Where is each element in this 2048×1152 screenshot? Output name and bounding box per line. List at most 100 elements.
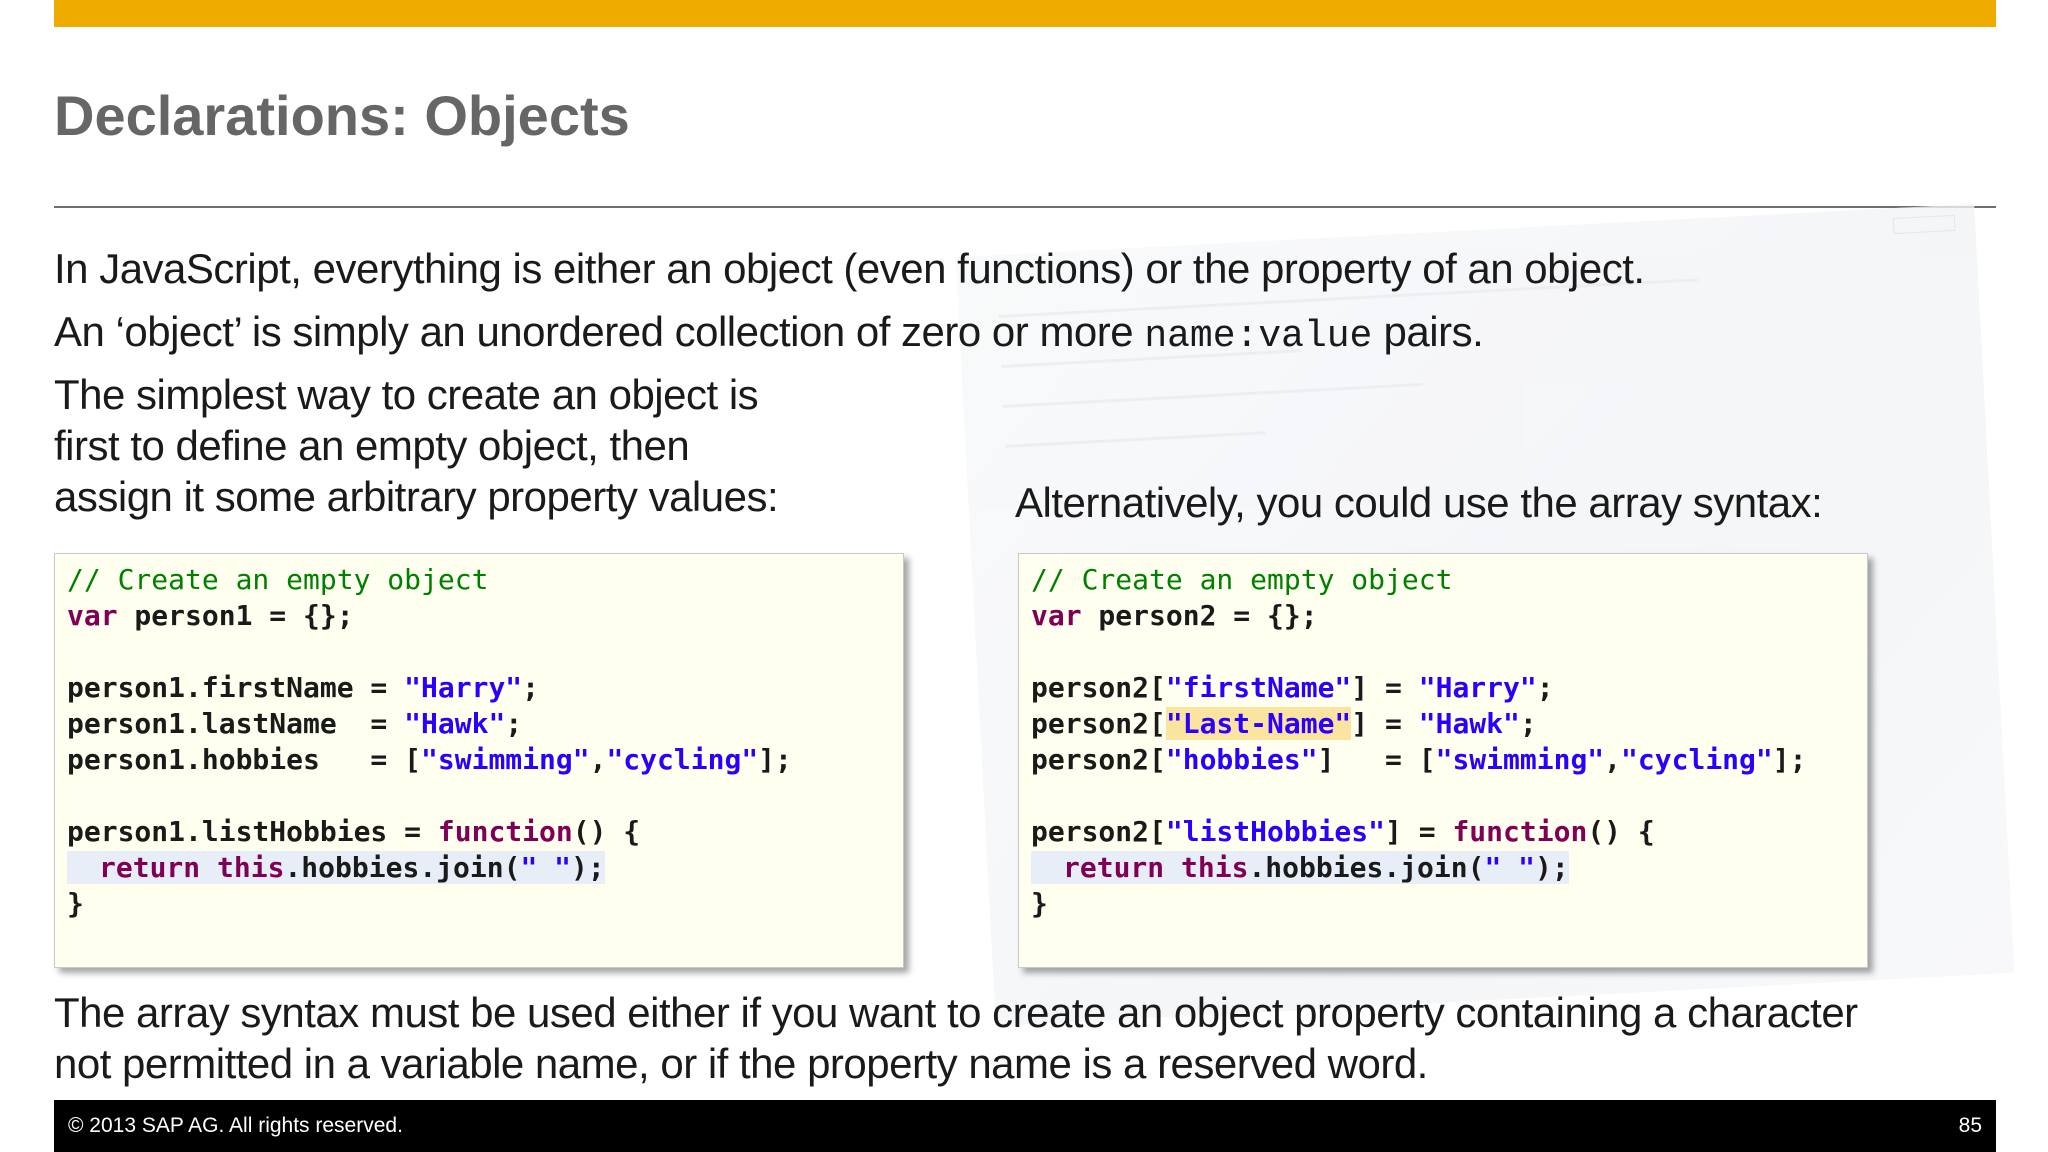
code-text: ; <box>1536 671 1554 704</box>
code-comment: // Create an empty object <box>1031 563 1453 596</box>
string-literal: "Hawk" <box>1418 707 1520 740</box>
string-literal: "swimming" <box>421 743 590 776</box>
string-literal: "hobbies" <box>1165 743 1318 776</box>
accent-bar <box>54 0 1996 27</box>
string-literal: "firstName" <box>1165 671 1352 704</box>
page-number: 85 <box>1958 1114 1982 1137</box>
code-text: ] = <box>1351 707 1419 740</box>
code-text: ); <box>1535 851 1569 884</box>
code-text: person2[ <box>1031 671 1166 704</box>
right-intro: Alternatively, you could use the array s… <box>1015 479 1823 526</box>
highlighted-return-line: return this.hobbies.join(" "); <box>1031 851 1569 884</box>
highlighted-key-last-name: "Last-Name" <box>1165 707 1352 740</box>
code-text: person2[ <box>1031 815 1166 848</box>
code-line: var person1 = {}; <box>67 598 903 634</box>
string-literal: "cycling" <box>606 743 759 776</box>
code-text: person2[ <box>1031 707 1166 740</box>
title-divider <box>54 206 1996 208</box>
keyword: var <box>67 599 118 632</box>
code-line: person2["hobbies"] = ["swimming","cyclin… <box>1031 742 1867 778</box>
code-text: ] = <box>1351 671 1419 704</box>
code-block-array-syntax: // Create an empty object var person2 = … <box>1018 553 1868 968</box>
code-text: person1.hobbies = [ <box>67 743 422 776</box>
code-text: ] = [ <box>1317 743 1436 776</box>
code-text: person2[ <box>1031 743 1166 776</box>
code-text: .hobbies.join( <box>1248 851 1485 884</box>
left-intro-line: The simplest way to create an object is <box>54 371 759 418</box>
code-text: person1 = {}; <box>117 599 354 632</box>
code-line: return this.hobbies.join(" "); <box>1031 850 1867 886</box>
string-literal: "Hawk" <box>404 707 506 740</box>
intro-paragraph-1: In JavaScript, everything is either an o… <box>54 245 1645 292</box>
faint-line <box>1003 382 1423 408</box>
string-literal: "swimming" <box>1435 743 1605 776</box>
code-text: ; <box>1519 707 1537 740</box>
keyword: this <box>1181 851 1249 884</box>
conclusion-line: The array syntax must be used either if … <box>54 989 1858 1036</box>
inline-code-name-value: name:value <box>1144 315 1373 358</box>
keyword: this <box>217 851 285 884</box>
string-literal: "listHobbies" <box>1165 815 1386 848</box>
conclusion-line: not permitted in a variable name, or if … <box>54 1040 1428 1087</box>
code-text: , <box>589 743 607 776</box>
string-literal: "Harry" <box>404 671 523 704</box>
code-line: } <box>67 886 903 922</box>
string-literal: "Harry" <box>1418 671 1537 704</box>
highlighted-return-line: return this.hobbies.join(" "); <box>67 851 605 884</box>
para2-text-end: pairs. <box>1372 308 1484 355</box>
code-line: var person2 = {}; <box>1031 598 1867 634</box>
code-text: ; <box>505 707 523 740</box>
code-line: person2["listHobbies"] = function() { <box>1031 814 1867 850</box>
code-text: () { <box>572 815 641 848</box>
keyword: function <box>1452 815 1588 848</box>
code-line: } <box>1031 886 1867 922</box>
keyword: return <box>1063 851 1165 884</box>
code-text: , <box>1604 743 1622 776</box>
code-text: () { <box>1587 815 1655 848</box>
code-text: ] = <box>1385 815 1453 848</box>
window-controls-icon <box>1892 214 1956 235</box>
code-text: ]; <box>1772 743 1807 776</box>
string-literal: " " <box>1484 851 1536 884</box>
code-text: person1.listHobbies = <box>67 815 438 848</box>
code-text: } <box>67 887 84 920</box>
code-text: ); <box>571 851 605 884</box>
code-line: person1.firstName = "Harry"; <box>67 670 903 706</box>
code-line: person1.hobbies = ["swimming","cycling"]… <box>67 742 903 778</box>
code-line: // Create an empty object <box>67 562 903 598</box>
copyright-text: © 2013 SAP AG. All rights reserved. <box>68 1114 403 1137</box>
code-line: return this.hobbies.join(" "); <box>67 850 903 886</box>
code-line: person2["firstName"] = "Harry"; <box>1031 670 1867 706</box>
code-comment: // Create an empty object <box>67 563 489 596</box>
intro-paragraph-2: An ‘object’ is simply an unordered colle… <box>54 307 1484 360</box>
code-text: ]; <box>758 743 792 776</box>
code-text: person2 = {}; <box>1081 599 1318 632</box>
string-literal: "cycling" <box>1621 743 1773 776</box>
para2-text-start: An ‘object’ is simply an unordered colle… <box>54 308 1145 355</box>
left-intro-line: first to define an empty object, then <box>54 422 690 469</box>
keyword: return <box>99 851 201 884</box>
code-text: } <box>1031 887 1048 920</box>
code-text: ; <box>522 671 540 704</box>
left-intro-line: assign it some arbitrary property values… <box>54 473 779 520</box>
code-line: // Create an empty object <box>1031 562 1867 598</box>
keyword: function <box>437 815 573 848</box>
string-literal: " " <box>520 851 572 884</box>
keyword: var <box>1031 599 1082 632</box>
code-line: person2["Last-Name"] = "Hawk"; <box>1031 706 1867 742</box>
slide-title: Declarations: Objects <box>54 84 630 147</box>
footer-bar: © 2013 SAP AG. All rights reserved. 85 <box>54 1100 1996 1152</box>
code-block-dot-syntax: // Create an empty object var person1 = … <box>54 553 904 968</box>
code-text: person1.lastName = <box>67 707 405 740</box>
code-text: .hobbies.join( <box>284 851 521 884</box>
faint-line <box>1005 431 1266 448</box>
code-line: person1.listHobbies = function() { <box>67 814 903 850</box>
code-line: person1.lastName = "Hawk"; <box>67 706 903 742</box>
code-text: person1.firstName = <box>67 671 405 704</box>
